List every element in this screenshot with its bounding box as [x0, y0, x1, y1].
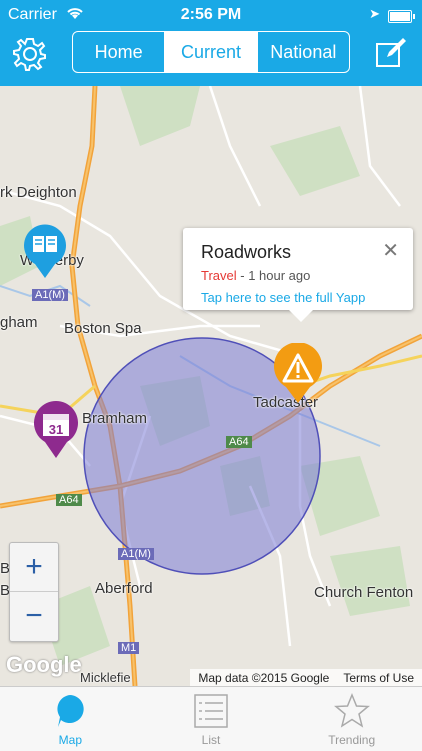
star-icon — [333, 693, 370, 734]
zoom-out-button[interactable]: − — [10, 592, 58, 640]
map-attribution: Map data ©2015 Google Terms of Use — [190, 669, 422, 686]
tab-list[interactable]: List — [141, 687, 282, 751]
road-shield-a64: A64 — [226, 436, 252, 448]
terms-of-use-link[interactable]: Terms of Use — [343, 671, 414, 685]
tab-trending[interactable]: Trending — [281, 687, 422, 751]
list-icon — [193, 693, 229, 734]
tab-label: Trending — [328, 733, 376, 747]
segment-home[interactable]: Home — [73, 32, 166, 72]
location-arrow-icon: ➤ — [369, 6, 380, 21]
place-label: Bramham — [82, 410, 148, 427]
tab-label: List — [201, 733, 221, 747]
map-data-credit: Map data ©2015 Google — [198, 670, 330, 685]
place-label: rk Deighton — [0, 184, 77, 201]
place-label: Church Fenton — [314, 584, 414, 601]
place-label: Boston Spa — [64, 320, 142, 337]
road-shield-m1: M1 — [118, 642, 140, 654]
speech-bubble-icon — [54, 693, 86, 734]
callout-title: Roadworks — [201, 242, 292, 262]
road-shield-a1m: A1(M) — [32, 289, 68, 301]
callout-time: 1 hour ago — [248, 268, 311, 283]
callout-full-yapp-link[interactable]: Tap here to see the full Yapp — [201, 290, 365, 305]
place-label: Micklefie — [80, 670, 131, 685]
compose-icon[interactable] — [374, 36, 408, 70]
segment-current[interactable]: Current — [165, 32, 258, 72]
settings-gear-icon[interactable] — [12, 36, 48, 72]
segment-national[interactable]: National — [258, 32, 349, 72]
map-view[interactable]: rk Deighton Wetherby gham Boston Spa Bra… — [0, 86, 422, 686]
google-logo: Google — [6, 652, 82, 677]
tab-bar: Map List Trending — [0, 686, 422, 751]
callout-category: Travel — [201, 268, 237, 283]
zoom-control: + − — [9, 542, 59, 642]
alert-pin-icon[interactable] — [272, 342, 324, 405]
clock: 2:56 PM — [180, 6, 242, 23]
place-label: gham — [0, 314, 38, 331]
feed-segmented-control: Home Current National — [72, 31, 350, 73]
road-shield-a64: A64 — [56, 494, 82, 506]
callout-meta: Travel - 1 hour ago — [201, 268, 311, 283]
calendar-day: 31 — [49, 422, 63, 437]
status-bar: Carrier 2:56 PM ➤ — [0, 0, 422, 30]
battery-icon — [388, 10, 415, 23]
close-icon[interactable]: ✕ — [382, 238, 399, 263]
nav-bar: Home Current National — [0, 30, 422, 86]
yapp-callout[interactable]: Roadworks ✕ Travel - 1 hour ago Tap here… — [183, 228, 413, 322]
event-pin-icon[interactable]: 31 — [32, 400, 80, 460]
tab-label: Map — [58, 733, 82, 747]
tab-map[interactable]: Map — [0, 687, 141, 751]
zoom-in-button[interactable]: + — [10, 543, 58, 592]
road-shield-a1m: A1(M) — [118, 548, 154, 560]
place-label: Aberford — [95, 580, 153, 597]
news-pin-icon[interactable] — [22, 224, 68, 280]
